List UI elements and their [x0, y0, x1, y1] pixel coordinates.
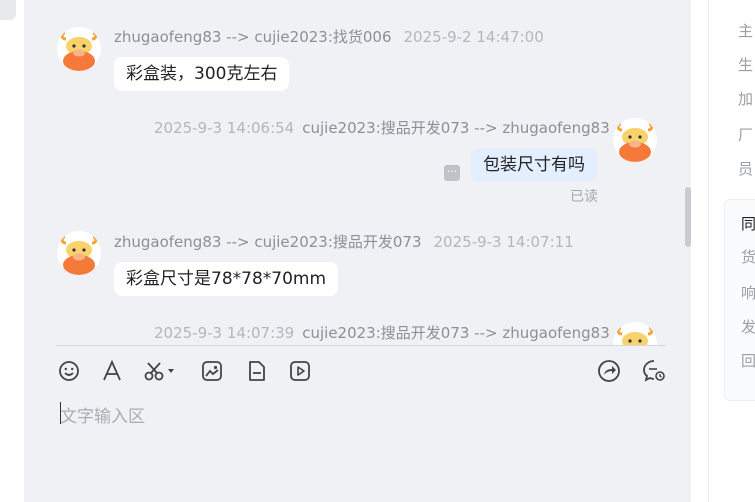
message-time: 2025-9-3 14:07:39: [154, 324, 295, 342]
card-item: 响: [741, 284, 755, 302]
image-icon[interactable]: [199, 358, 225, 384]
message-time: 2025-9-3 14:06:54: [154, 119, 295, 137]
info-label: 主: [738, 22, 754, 40]
cow-avatar-icon: [616, 326, 654, 345]
info-label: 员: [738, 160, 754, 178]
share-icon[interactable]: [596, 358, 622, 384]
info-label: 加: [738, 90, 754, 108]
info-card: 同 货 响 发 回: [724, 199, 755, 401]
message-sender: cujie2023:搜品开发073 --> zhugaofeng83: [302, 119, 610, 137]
message-meta: 2025-9-3 14:07:39 cujie2023:搜品开发073 --> z…: [154, 322, 610, 343]
scrollbar-thumb[interactable]: [685, 187, 691, 247]
more-options-icon[interactable]: ···: [444, 165, 460, 181]
card-item: 货: [741, 248, 755, 266]
info-label: 厂: [738, 126, 754, 144]
message-meta: zhugaofeng83 --> cujie2023:搜品开发073 2025-9…: [114, 231, 574, 252]
card-title: 同: [741, 215, 755, 233]
avatar[interactable]: [57, 27, 101, 71]
font-icon[interactable]: [99, 358, 125, 384]
cow-avatar-icon: [60, 31, 98, 71]
file-icon[interactable]: [243, 358, 269, 384]
video-icon[interactable]: [287, 358, 313, 384]
message-bubble[interactable]: 彩盒装，300克左右: [114, 57, 290, 91]
chat-panel: zhugaofeng83 --> cujie2023:找货006 2025-9-2…: [24, 0, 691, 502]
message-bubble[interactable]: 彩盒尺寸是78*78*70mm: [114, 262, 339, 296]
message-time: 2025-9-2 14:47:00: [403, 28, 544, 46]
cow-avatar-icon: [60, 235, 98, 275]
message-meta: 2025-9-3 14:06:54 cujie2023:搜品开发073 --> z…: [154, 117, 610, 138]
scissors-icon[interactable]: [142, 358, 176, 384]
message-sender: cujie2023:搜品开发073 --> zhugaofeng83: [302, 324, 610, 342]
emoji-icon[interactable]: [56, 358, 82, 384]
text-caret: [60, 402, 61, 424]
avatar[interactable]: [613, 322, 657, 345]
avatar[interactable]: [613, 118, 657, 162]
avatar[interactable]: [57, 231, 101, 275]
info-label: 生: [738, 56, 754, 74]
message-sender: zhugaofeng83 --> cujie2023:找货006: [114, 28, 392, 46]
message-time: 2025-9-3 14:07:11: [433, 233, 574, 251]
message-sender: zhugaofeng83 --> cujie2023:搜品开发073: [114, 233, 422, 251]
left-panel-tab[interactable]: [0, 0, 16, 20]
card-item: 回: [741, 352, 755, 370]
card-item: 发: [741, 318, 755, 336]
cow-avatar-icon: [616, 122, 654, 162]
chat-settings-icon[interactable]: [641, 358, 667, 384]
message-meta: zhugaofeng83 --> cujie2023:找货006 2025-9-2…: [114, 26, 544, 47]
message-bubble[interactable]: 包装尺寸有吗: [471, 148, 597, 182]
read-status: 已读: [570, 189, 598, 205]
composer-divider: [56, 345, 666, 346]
message-input[interactable]: 文字输入区: [60, 402, 145, 427]
